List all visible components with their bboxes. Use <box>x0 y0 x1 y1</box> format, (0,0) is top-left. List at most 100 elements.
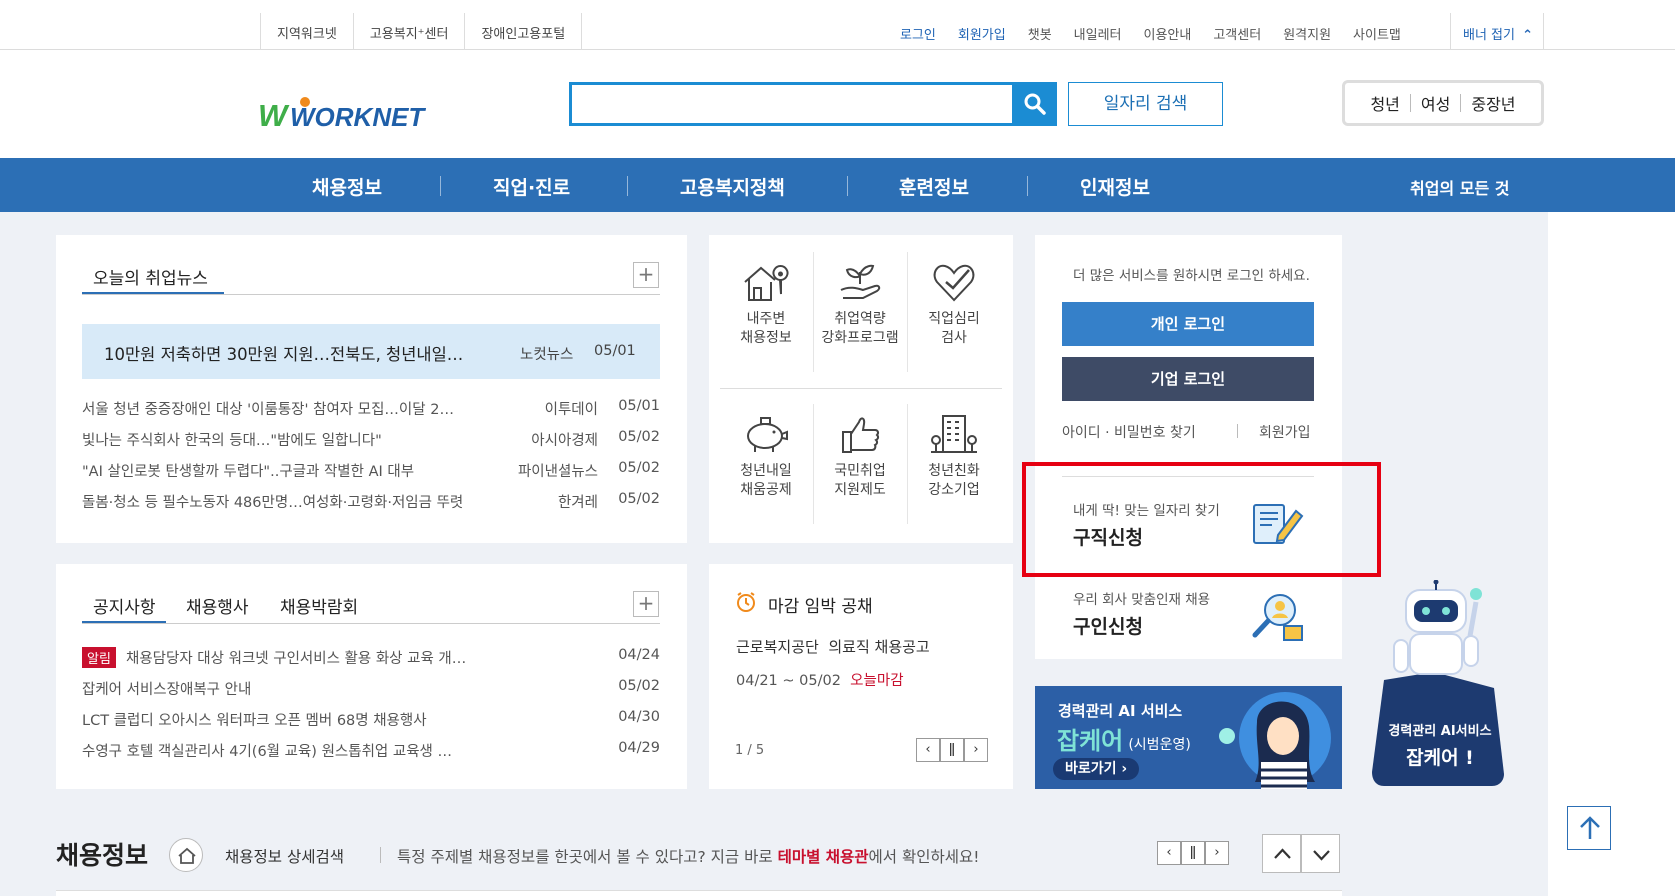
main-navigation: 채용정보 직업·진로 고용복지정책 훈련정보 인재정보 취업의 모든 것 <box>0 158 1675 212</box>
link-disabled-portal[interactable]: 장애인고용포털 <box>465 13 583 50</box>
personal-login-button[interactable]: 개인 로그인 <box>1062 302 1314 346</box>
featured-news-source: 노컷뉴스 <box>520 347 574 363</box>
arrow-up-icon <box>1580 816 1600 839</box>
jobinfo-down-button[interactable] <box>1301 834 1340 873</box>
notice-item[interactable]: 알림 채용담당자 대상 워크넷 구인서비스 활용 화상 교육 개… 04/24 <box>82 647 660 669</box>
quick-label: 강소기업 <box>928 482 980 498</box>
search-icon <box>1024 93 1046 115</box>
nav-training[interactable]: 훈련정보 <box>899 173 969 200</box>
notice-item[interactable]: 잡케어 서비스장애복구 안내 05/02 <box>82 678 660 700</box>
news-item[interactable]: "AI 살인로봇 탄생할까 두렵다"..구글과 작별한 AI 대부 파이낸셜뉴스 0… <box>82 460 660 482</box>
chevron-up-icon <box>1274 848 1291 859</box>
jobinfo-next-button[interactable]: › <box>1205 841 1229 865</box>
featured-news[interactable]: 10만원 저축하면 30만원 지원…전북도, 청년내일… 노컷뉴스 05/01 <box>82 324 660 379</box>
jobcare-banner-title: 경력관리 AI 서비스 <box>1058 702 1183 720</box>
quick-competency-program[interactable]: 취업역량 강화프로그램 <box>813 260 907 348</box>
news-item[interactable]: 돌봄·청소 등 필수노동자 486만명…여성화·고령화·저임금 뚜렷 한겨레 05/… <box>82 491 660 513</box>
piggy-bank-icon <box>747 417 788 452</box>
job-search-button[interactable]: 일자리 검색 <box>1068 82 1223 126</box>
jobcare-go-button[interactable]: 바로가기 › <box>1053 758 1140 780</box>
quick-nearby-jobs[interactable]: 내주변 채용정보 <box>719 260 813 348</box>
right-margin <box>1548 212 1675 896</box>
jobinfo-detail-search-link[interactable]: 채용정보 상세검색 <box>225 845 344 867</box>
alarm-clock-icon <box>737 592 755 612</box>
home-icon <box>178 847 196 864</box>
jobinfo-prev-button[interactable]: ‹ <box>1157 841 1181 865</box>
deadline-company: 근로복지공단 <box>736 638 819 656</box>
link-welfare-center[interactable]: 고용복지⁺센터 <box>354 13 466 50</box>
thumbs-up-icon <box>842 417 880 453</box>
utility-links: 로그인 회원가입 챗봇 내일레터 이용안내 고객센터 원격지원 사이트맵 <box>900 24 1401 43</box>
jobinfo-home-button[interactable] <box>169 838 203 872</box>
jobinfo-desc-post: 에서 확인하세요! <box>868 848 980 866</box>
sitemap-link[interactable]: 사이트맵 <box>1353 24 1401 43</box>
jobinfo-up-button[interactable] <box>1262 834 1301 873</box>
quick-youth-savings[interactable]: 청년내일채움공제 <box>719 412 813 500</box>
deadline-posting[interactable]: 근로복지공단 의료직 채용공고 <box>736 636 930 657</box>
company-login-button[interactable]: 기업 로그인 <box>1062 357 1314 401</box>
nav-all-menu[interactable]: 취업의 모든 것 <box>1410 175 1509 199</box>
svg-text:W: W <box>258 98 290 132</box>
login-notice: 더 많은 서비스를 원하시면 로그인 하세요. <box>1073 268 1310 284</box>
quick-label: 지원제도 <box>834 482 886 498</box>
link-local-worknet[interactable]: 지역워크넷 <box>261 13 354 50</box>
guide-link[interactable]: 이용안내 <box>1144 24 1192 43</box>
news-more-button[interactable]: + <box>633 262 659 288</box>
middle-aged-link[interactable]: 중장년 <box>1461 91 1525 115</box>
quick-youth-friendly[interactable]: 청년친화 강소기업 <box>907 412 1001 500</box>
quick-label: 채용정보 <box>740 330 792 346</box>
jobcare-suffix: (시범운영) <box>1128 737 1191 753</box>
quick-label: 직업심리 <box>928 311 980 327</box>
deadline-next-button[interactable]: › <box>964 738 988 762</box>
nav-talent[interactable]: 인재정보 <box>1080 173 1150 200</box>
tab-job-fairs[interactable]: 채용박람회 <box>280 593 358 618</box>
deadline-prev-button[interactable]: ‹ <box>916 738 940 762</box>
notice-item[interactable]: 수영구 호텔 객실관리사 4기(6월 교육) 원스톱취업 교육생 … 04/29 <box>82 740 660 762</box>
remote-support-link[interactable]: 원격지원 <box>1283 24 1331 43</box>
women-link[interactable]: 여성 <box>1411 91 1460 115</box>
search-button[interactable] <box>1012 82 1057 126</box>
banner-toggle-label: 배너 접기 <box>1463 28 1515 43</box>
tab-notices[interactable]: 공지사항 <box>93 593 156 618</box>
signup-link[interactable]: 회원가입 <box>958 24 1006 43</box>
deadline-status: 오늘마감 <box>850 673 904 689</box>
quick-label: 채움공제 <box>740 482 792 498</box>
customer-center-link[interactable]: 고객센터 <box>1213 24 1261 43</box>
nav-job-info[interactable]: 채용정보 <box>312 173 382 200</box>
search-input[interactable] <box>572 85 1012 123</box>
nav-welfare-policy[interactable]: 고용복지정책 <box>680 173 785 200</box>
deadline-pause-button[interactable]: ǁ <box>940 738 964 762</box>
quick-national-employment[interactable]: 국민취업 지원제도 <box>813 412 907 500</box>
jobinfo-theme-description: 특정 주제별 채용정보를 한곳에서 볼 수 있다고? 지금 바로 테마별 채용관… <box>397 845 980 867</box>
login-link[interactable]: 로그인 <box>900 24 936 43</box>
featured-news-title: 10만원 저축하면 30만원 지원…전북도, 청년내일… <box>104 345 464 364</box>
scroll-top-button[interactable] <box>1567 806 1611 850</box>
building-icon <box>931 415 977 453</box>
tab-recruit-events[interactable]: 채용행사 <box>186 593 249 618</box>
theme-recruit-link[interactable]: 테마별 채용관 <box>778 848 869 866</box>
find-id-password-link[interactable]: 아이디 · 비밀번호 찾기 <box>1062 422 1196 442</box>
newsletter-link[interactable]: 내일레터 <box>1074 24 1122 43</box>
robot-jobcare-banner[interactable]: 경력관리 AI서비스 잡케어 ! <box>1372 580 1508 786</box>
logo-text: WORKNET <box>290 102 426 132</box>
banner-toggle-button[interactable]: 배너 접기 ⌃ <box>1450 13 1544 50</box>
recruit-application[interactable]: 우리 회사 맞춤인재 채용 구인신청 <box>1073 588 1210 639</box>
youth-link[interactable]: 청년 <box>1360 91 1409 115</box>
news-item[interactable]: 서울 청년 중증장애인 대상 '이룸통장' 참여자 모집…이달 2… 이투데이 05… <box>82 398 660 420</box>
notice-more-button[interactable]: + <box>633 591 659 617</box>
nav-career[interactable]: 직업·진로 <box>493 173 570 200</box>
notice-item[interactable]: LCT 클럽디 오아시스 워터파크 오픈 멤버 68명 채용행사 04/30 <box>82 709 660 731</box>
tab-today-news[interactable]: 오늘의 취업뉴스 <box>93 264 208 289</box>
featured-news-date: 05/01 <box>594 343 636 359</box>
alert-badge: 알림 <box>82 647 116 668</box>
worknet-logo[interactable]: W WORKNET <box>258 92 428 132</box>
quick-label: 청년내일 <box>740 463 792 479</box>
jobinfo-pause-button[interactable]: ǁ <box>1181 841 1205 865</box>
join-link[interactable]: 회원가입 <box>1259 422 1311 442</box>
search-box <box>569 82 1057 126</box>
deadline-title: 마감 임박 공채 <box>768 597 873 617</box>
news-item[interactable]: 빛나는 주식회사 한국의 등대…"밤에도 일합니다" 아시아경제 05/02 <box>82 429 660 451</box>
chatbot-link[interactable]: 챗봇 <box>1028 24 1052 43</box>
quick-psych-test[interactable]: 직업심리 검사 <box>907 260 1001 348</box>
jobcare-banner[interactable]: 경력관리 AI 서비스 잡케어 (시범운영) 바로가기 › <box>1035 686 1342 789</box>
